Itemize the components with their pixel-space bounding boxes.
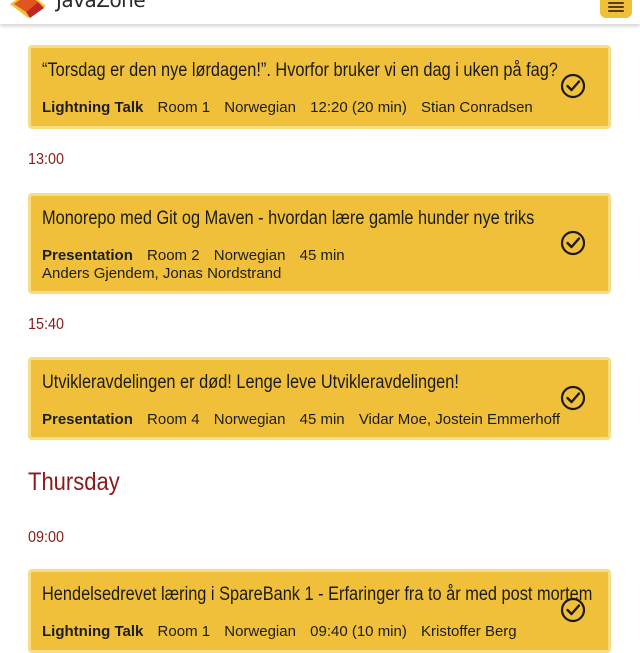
talk-format: Presentation [42, 411, 133, 428]
talk-title[interactable]: Utvikleravdelingen er død! Lenge leve Ut… [42, 372, 558, 394]
menu-button[interactable] [600, 0, 632, 18]
talk-room: Room 4 [147, 411, 200, 428]
javazone-logo-icon[interactable] [8, 0, 48, 20]
talk-card[interactable]: Monorepo med Git og Maven - hvordan lære… [28, 193, 611, 294]
talk-speakers: Vidar Moe, Jostein Emmerhoff [358, 411, 561, 428]
talk-room: Room 1 [157, 623, 211, 640]
time-slot: 13:00 [28, 151, 65, 168]
talk-meta: Presentation Room 2 Norwegian 45 min [42, 247, 355, 264]
talk-room: Room 1 [157, 99, 211, 116]
favorite-check-icon[interactable] [560, 385, 586, 411]
talk-speakers: Kristoffer Berg [421, 623, 517, 640]
talk-meta: Lightning Talk Room 1 Norwegian 09:40 (1… [42, 623, 527, 640]
talk-meta: Presentation Room 4 Norwegian 45 min Vid… [42, 411, 570, 428]
talk-language: Norwegian [213, 247, 286, 264]
time-slot: 15:40 [28, 316, 65, 333]
favorite-check-icon[interactable] [560, 73, 586, 99]
talk-duration: 09:40 (10 min) [310, 623, 407, 640]
talk-language: Norwegian [224, 623, 296, 640]
talk-format: Presentation [42, 247, 133, 264]
talk-speakers: Anders Gjendem, Jonas Nordstrand [42, 265, 282, 282]
talk-meta: Lightning Talk Room 1 Norwegian 12:20 (2… [42, 99, 543, 116]
talk-card[interactable]: “Torsdag er den nye lørdagen!”. Hvorfor … [28, 45, 611, 129]
favorite-check-icon[interactable] [560, 230, 586, 256]
talk-duration: 12:20 (20 min) [310, 99, 407, 116]
talk-language: Norwegian [213, 411, 286, 428]
talk-duration: 45 min [299, 411, 345, 428]
time-slot: 09:00 [28, 529, 65, 546]
talk-format: Lightning Talk [42, 623, 144, 640]
hamburger-menu-icon [608, 0, 624, 12]
talk-title[interactable]: “Torsdag er den nye lørdagen!”. Hvorfor … [42, 60, 558, 82]
day-heading: Thursday [28, 468, 120, 496]
talk-room: Room 2 [147, 247, 200, 264]
talk-format: Lightning Talk [42, 99, 144, 116]
talk-title[interactable]: Hendelsedrevet læring i SpareBank 1 - Er… [42, 584, 592, 606]
talk-duration: 45 min [299, 247, 345, 264]
talk-card[interactable]: Hendelsedrevet læring i SpareBank 1 - Er… [28, 569, 611, 653]
talk-card[interactable]: Utvikleravdelingen er død! Lenge leve Ut… [28, 357, 611, 440]
talk-speakers: Stian Conradsen [421, 99, 533, 116]
app-header: JavaZone [0, 0, 640, 24]
talk-language: Norwegian [224, 99, 296, 116]
talk-title[interactable]: Monorepo med Git og Maven - hvordan lære… [42, 208, 558, 230]
brand-name[interactable]: JavaZone [56, 0, 146, 12]
favorite-check-icon[interactable] [560, 597, 586, 623]
